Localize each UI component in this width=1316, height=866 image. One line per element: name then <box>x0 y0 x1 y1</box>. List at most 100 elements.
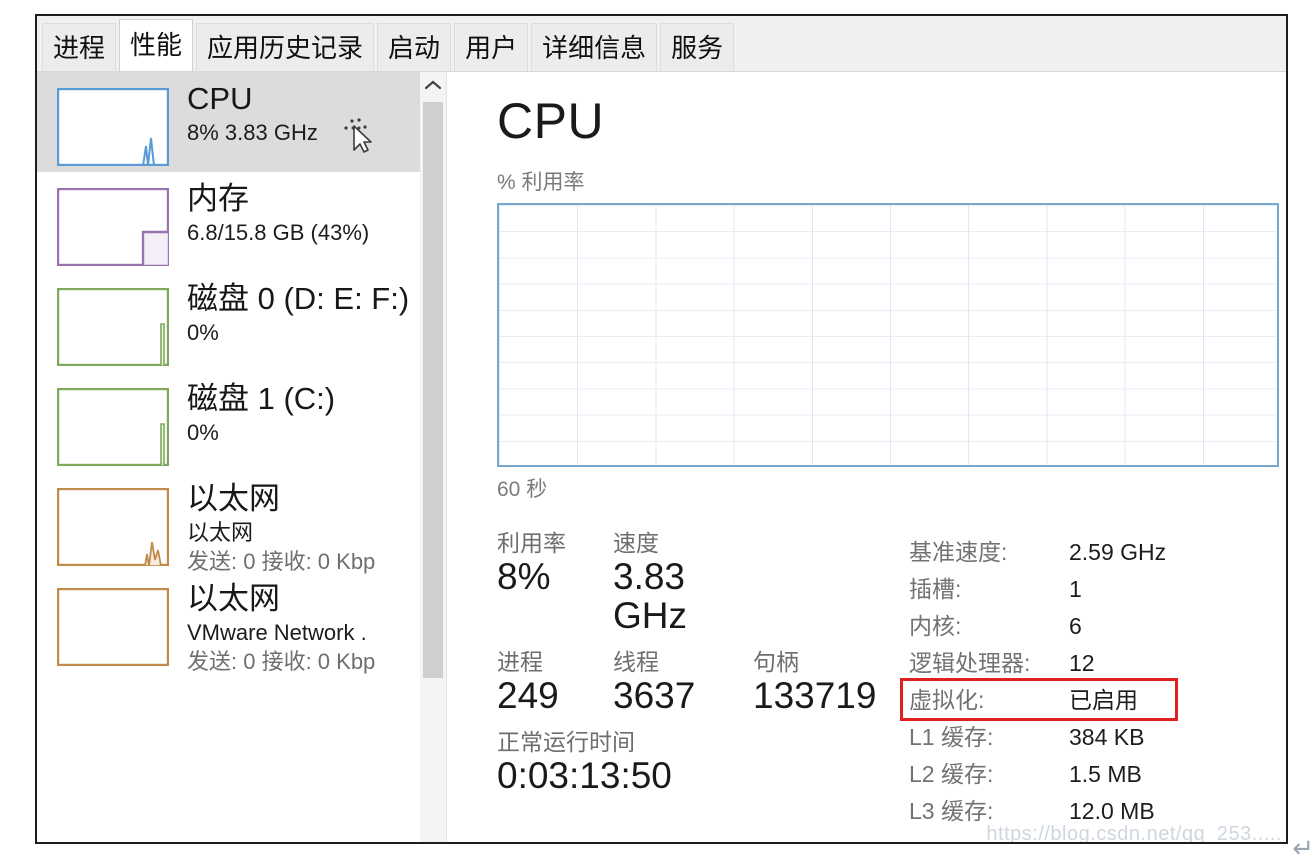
spec-value: 6 <box>1069 613 1082 639</box>
tab-1[interactable]: 性能 <box>119 19 194 71</box>
spec-row: 插槽: 1 <box>903 570 1266 607</box>
uptime-value: 0:03:13:50 <box>497 755 672 797</box>
spec-row: L1 缓存: 384 KB <box>903 718 1266 755</box>
stat-block: 线程 3637 <box>613 648 753 717</box>
stats-and-specs: 利用率 8% 速度 3.83 GHz 进程 249 线程 3637 句柄 133719 正常运行时间… <box>497 530 1266 829</box>
sidebar-thumbnail-graph-4 <box>57 488 169 566</box>
spec-key: 虚拟化: <box>909 687 985 713</box>
sidebar-item-subtitle: 0% <box>187 319 219 345</box>
sidebar-item-1[interactable]: 内存 6.8/15.8 GB (43%) <box>37 172 420 272</box>
sidebar-item-title: 磁盘 0 (D: E: F:) <box>187 282 410 316</box>
chevron-up-icon <box>425 80 441 90</box>
sidebar-item-subtitle: 8% 3.83 GHz <box>187 119 318 145</box>
spec-key: 内核: <box>909 613 962 639</box>
sidebar-item-5[interactable]: 以太网 VMware Network . 发送: 0 接收: 0 Kbp <box>37 572 420 674</box>
spec-value: 1.5 MB <box>1069 761 1142 787</box>
sidebar-item-text-0: CPU 8% 3.83 GHz <box>187 82 318 146</box>
content-area: CPU 8% 3.83 GHz 内存 6.8/15.8 GB (43%) 磁盘 0 (D… <box>37 72 1286 842</box>
graph-timespan-label: 60 秒 <box>497 478 548 501</box>
tab-0[interactable]: 进程 <box>42 23 117 71</box>
sidebar-item-subtitle: 0% <box>187 419 219 445</box>
resource-list[interactable]: CPU 8% 3.83 GHz 内存 6.8/15.8 GB (43%) 磁盘 0 (D… <box>37 72 420 842</box>
sidebar-item-title: 以太网 <box>187 482 280 516</box>
spec-key: 插槽: <box>909 576 962 602</box>
task-manager-window: 进程 性能 应用历史记录 启动 用户 详细信息 服务 CPU 8% 3.83 GHz 内存 6.8… <box>35 14 1288 844</box>
stat-label: 句柄 <box>753 648 799 675</box>
sidebar-item-text-5: 以太网 VMware Network . 发送: 0 接收: 0 Kbp <box>187 582 375 676</box>
stat-value: 249 <box>497 675 559 717</box>
scroll-up-button[interactable] <box>420 72 446 98</box>
tab-5[interactable]: 详细信息 <box>531 23 658 71</box>
sidebar-item-subtitle: 6.8/15.8 GB (43%) <box>187 219 370 245</box>
spec-value: 12 <box>1069 650 1095 676</box>
stat-block: 句柄 133719 <box>753 648 893 717</box>
spec-key: L1 缓存: <box>909 724 994 750</box>
stat-block: 进程 249 <box>497 648 613 717</box>
spec-row-highlighted: 虚拟化: 已启用 <box>900 678 1178 721</box>
sidebar-item-title: CPU <box>187 82 253 116</box>
spec-value: 384 KB <box>1069 724 1145 750</box>
stat-label: 进程 <box>497 648 543 675</box>
sidebar-item-subtitle: VMware Network . <box>187 619 367 645</box>
graph-caption: % 利用率 <box>497 171 585 194</box>
spec-key: 基准速度: <box>909 539 1008 565</box>
sidebar-thumbnail-graph-3 <box>57 388 169 466</box>
sidebar-item-text-4: 以太网 以太网 发送: 0 接收: 0 Kbp <box>187 482 375 576</box>
sidebar-item-2[interactable]: 磁盘 0 (D: E: F:) 0% <box>37 272 420 372</box>
cpu-detail-pane: CPU % 利用率 60 秒 利用率 8% 速度 3.83 GHz 进程 249 线程 363… <box>447 72 1286 842</box>
screen: 进程 性能 应用历史记录 启动 用户 详细信息 服务 CPU 8% 3.83 GHz 内存 6.8… <box>0 0 1316 866</box>
spec-key: L3 缓存: <box>909 798 994 824</box>
scrollbar-thumb[interactable] <box>423 102 443 678</box>
sidebar-item-title: 内存 <box>187 182 249 216</box>
sidebar-thumbnail-graph-2 <box>57 288 169 366</box>
stat-label: 利用率 <box>497 530 566 556</box>
sidebar-item-4[interactable]: 以太网 以太网 发送: 0 接收: 0 Kbp <box>37 472 420 574</box>
sidebar-item-3[interactable]: 磁盘 1 (C:) 0% <box>37 372 420 472</box>
sidebar-thumbnail-graph-0 <box>57 88 169 166</box>
spec-key: L2 缓存: <box>909 761 994 787</box>
stat-block: 速度 3.83 GHz <box>613 530 763 637</box>
tab-3[interactable]: 启动 <box>377 23 452 71</box>
spec-value: 2.59 GHz <box>1069 539 1167 565</box>
sidebar-item-detail: 发送: 0 接收: 0 Kbp <box>187 549 376 575</box>
sidebar-item-title: 以太网 <box>187 582 280 616</box>
resource-sidebar: CPU 8% 3.83 GHz 内存 6.8/15.8 GB (43%) 磁盘 0 (D… <box>37 72 447 842</box>
stat-row: 进程 249 线程 3637 句柄 133719 <box>497 648 897 717</box>
sidebar-item-text-1: 内存 6.8/15.8 GB (43%) <box>187 182 369 246</box>
sidebar-item-text-3: 磁盘 1 (C:) 0% <box>187 382 335 446</box>
sidebar-item-subtitle: 以太网 <box>187 519 254 545</box>
tab-4[interactable]: 用户 <box>454 23 529 71</box>
uptime-label: 正常运行时间 <box>497 729 635 756</box>
watermark-glyph: ↵ <box>1292 833 1314 863</box>
watermark-text: https://blog.csdn.net/qq_253..... <box>986 823 1282 842</box>
cpu-utilization-graph <box>497 203 1279 467</box>
stat-value: 3637 <box>613 675 696 717</box>
sidebar-item-detail: 发送: 0 接收: 0 Kbp <box>187 649 376 675</box>
spec-value: 1 <box>1069 576 1082 602</box>
spec-key: 逻辑处理器: <box>909 650 1031 676</box>
tab-bar: 进程 性能 应用历史记录 启动 用户 详细信息 服务 <box>37 16 1286 72</box>
stats-column: 利用率 8% 速度 3.83 GHz 进程 249 线程 3637 句柄 133719 正常运行时间… <box>497 530 897 829</box>
tab-2[interactable]: 应用历史记录 <box>196 23 375 71</box>
specs-column: 基准速度: 2.59 GHz 插槽: 1 内核: 6 逻辑处理器: 12 虚拟化: 已启用 L1 缓… <box>897 533 1266 829</box>
sidebar-scrollbar[interactable] <box>420 72 446 842</box>
sidebar-thumbnail-graph-5 <box>57 588 169 666</box>
stat-value: 3.83 GHz <box>613 556 687 637</box>
stat-row: 利用率 8% 速度 3.83 GHz <box>497 530 897 637</box>
spec-value: 已启用 <box>1069 687 1138 713</box>
page-title: CPU <box>497 93 605 149</box>
stat-value: 133719 <box>753 675 877 717</box>
tab-6[interactable]: 服务 <box>660 23 735 71</box>
spec-row: L2 缓存: 1.5 MB <box>903 755 1266 792</box>
spec-row: 内核: 6 <box>903 607 1266 644</box>
uptime-block: 正常运行时间 0:03:13:50 <box>497 729 897 797</box>
stat-value: 8% <box>497 556 551 598</box>
sidebar-item-0[interactable]: CPU 8% 3.83 GHz <box>37 72 420 172</box>
sidebar-item-title: 磁盘 1 (C:) <box>187 382 336 416</box>
sidebar-thumbnail-graph-1 <box>57 188 169 266</box>
stat-label: 线程 <box>613 648 659 675</box>
stat-block: 利用率 8% <box>497 530 613 636</box>
stat-label: 速度 <box>613 530 659 556</box>
sidebar-item-text-2: 磁盘 0 (D: E: F:) 0% <box>187 282 409 346</box>
spec-row: 逻辑处理器: 12 <box>903 644 1266 681</box>
